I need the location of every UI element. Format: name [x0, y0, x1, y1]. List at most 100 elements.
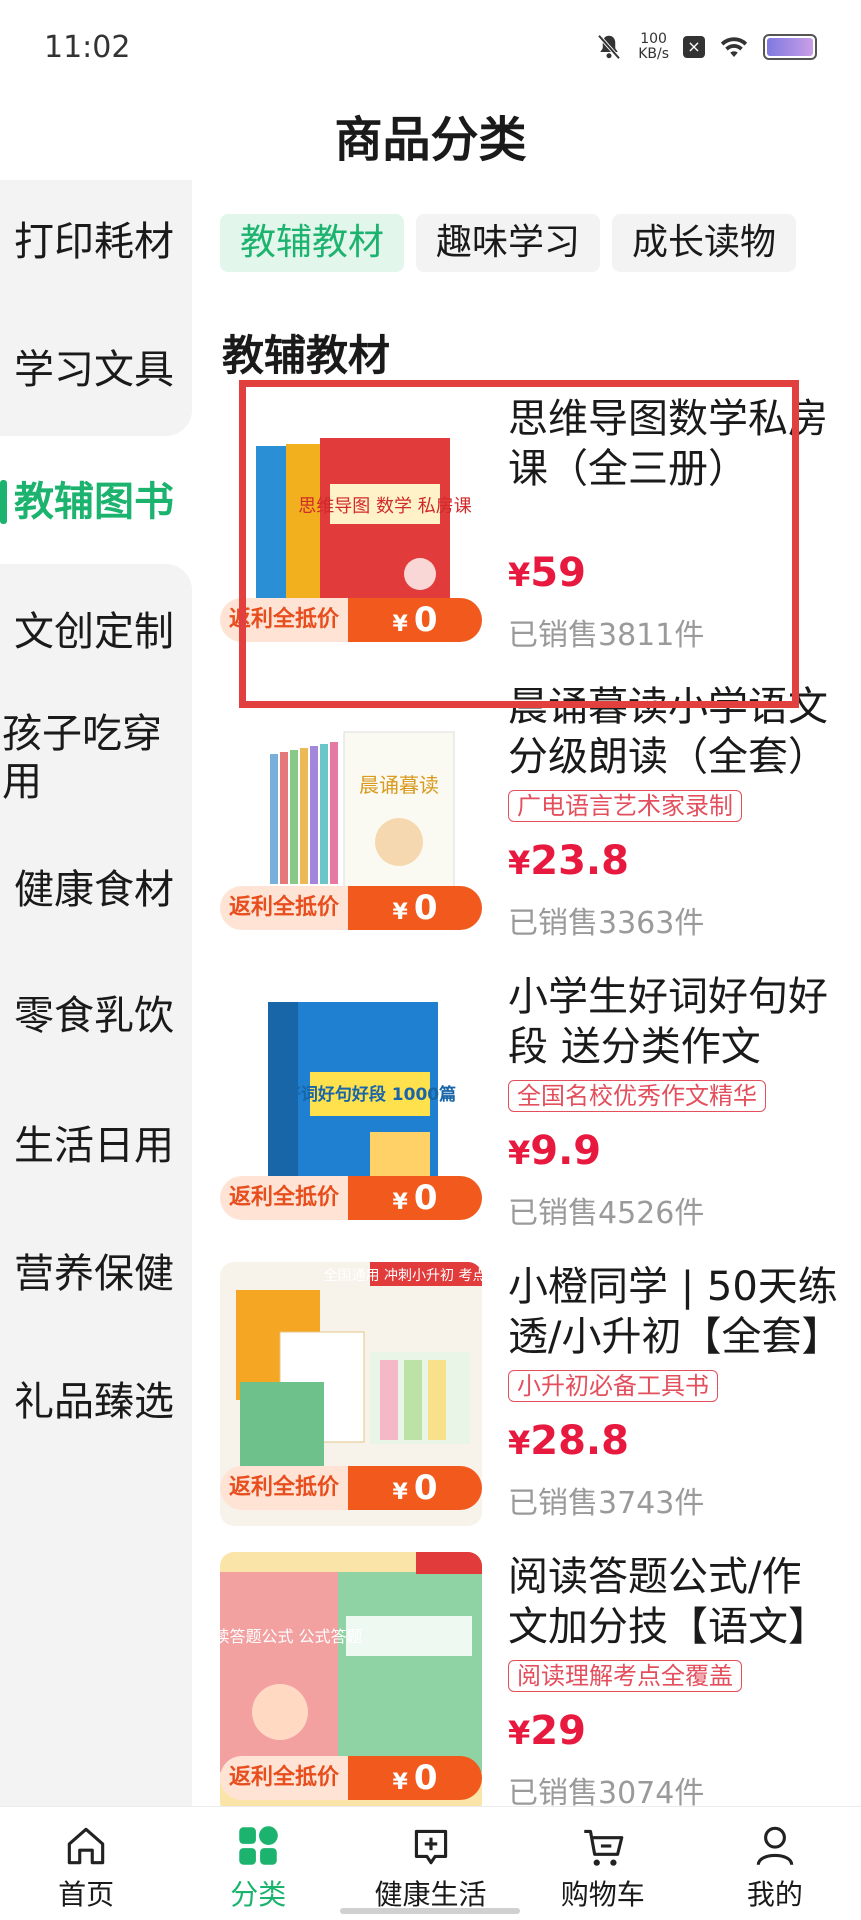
product-image[interactable]: 好词好句好段 1000篇 返利全抵价 ¥0 — [220, 972, 482, 1236]
rebate-badge: 返利全抵价 ¥0 — [220, 1176, 482, 1220]
battery-level — [767, 38, 813, 56]
rebate-price: ¥0 — [348, 1466, 482, 1510]
nav-home-label: 首页 — [58, 1878, 115, 1911]
price-currency: ¥ — [508, 1424, 531, 1462]
tab-growth-reading[interactable]: 成长读物 — [612, 214, 797, 272]
product-sold-count: 已销售3363件 — [508, 906, 705, 941]
product-card[interactable]: 好词好句好段 1000篇 返利全抵价 ¥0 小学生好词好句好段 送分类作文 全国… — [220, 972, 840, 1236]
product-image[interactable]: 阅读答题公式 公式答题 返利全抵价 ¥0 — [220, 1552, 482, 1816]
sidebar-item-nutrition[interactable]: 营养保健 — [0, 1250, 192, 1298]
rebate-price: ¥0 — [348, 1756, 482, 1800]
product-price: ¥29 — [508, 1708, 586, 1754]
product-title[interactable]: 阅读答题公式/作文加分技【语文】 — [508, 1552, 840, 1652]
sidebar-item-kids[interactable]: 孩子吃穿用 — [0, 710, 180, 806]
product-tag: 小升初必备工具书 — [508, 1370, 718, 1402]
rebate-amount: 0 — [413, 1758, 438, 1798]
cover-text: 全国通用 冲刺小升初 考点全覆盖 — [324, 1267, 482, 1284]
rebate-label: 返利全抵价 — [220, 1466, 348, 1510]
bottom-nav: 首页 分类 健康生活 购物车 我的 — [0, 1806, 861, 1920]
rebate-label: 返利全抵价 — [220, 886, 348, 930]
product-price: ¥28.8 — [508, 1418, 629, 1464]
product-price: ¥23.8 — [508, 838, 629, 884]
product-title[interactable]: 小橙同学 | 50天练透/小升初【全套】 — [508, 1262, 840, 1362]
price-value: 28.8 — [530, 1418, 629, 1464]
rebate-price: ¥0 — [348, 1176, 482, 1220]
product-sold-count: 已销售3743件 — [508, 1486, 705, 1521]
sidebar-item-creative[interactable]: 文创定制 — [0, 608, 192, 656]
profile-icon — [756, 1826, 794, 1866]
rebate-amount: 0 — [413, 888, 438, 928]
nav-profile[interactable]: 我的 — [689, 1807, 861, 1920]
product-sold-count: 已销售4526件 — [508, 1196, 705, 1231]
product-card[interactable]: 晨诵暮读 返利全抵价 ¥0 晨诵暮读小学语文分级朗读（全套） 广电语言艺术家录制… — [220, 682, 840, 946]
product-card[interactable]: 全国通用 冲刺小升初 考点全覆盖 返利全抵价 ¥0 小橙同学 | 50天练透/小… — [220, 1262, 840, 1526]
status-time: 11:02 — [44, 30, 131, 65]
rebate-label: 返利全抵价 — [220, 1756, 348, 1800]
rebate-badge: 返利全抵价 ¥0 — [220, 1466, 482, 1510]
category-icon — [239, 1826, 279, 1865]
battery-icon — [763, 34, 817, 60]
rebate-badge: 返利全抵价 ¥0 — [220, 1756, 482, 1800]
rebate-currency: ¥ — [392, 900, 408, 925]
sidebar-item-healthy-food[interactable]: 健康食材 — [0, 866, 192, 914]
speed-value: 100 — [640, 31, 667, 47]
nav-category[interactable]: 分类 — [172, 1807, 344, 1920]
product-price: ¥9.9 — [508, 1128, 601, 1174]
product-card[interactable]: 阅读答题公式 公式答题 返利全抵价 ¥0 阅读答题公式/作文加分技【语文】 阅读… — [220, 1552, 840, 1816]
sidebar-item-stationery[interactable]: 学习文具 — [0, 346, 192, 394]
highlight-box — [239, 380, 799, 708]
product-title[interactable]: 小学生好词好句好段 送分类作文 — [508, 972, 840, 1072]
cover-text: 晨诵暮读 — [359, 773, 439, 797]
rebate-currency: ¥ — [392, 1480, 408, 1505]
nav-cart-label: 购物车 — [560, 1878, 645, 1911]
section-title: 教辅教材 — [222, 331, 391, 380]
sidebar-item-snacks[interactable]: 零食乳饮 — [0, 992, 192, 1040]
notification-x-icon: × — [683, 36, 705, 58]
status-icons: 100 KB/s × — [594, 32, 817, 62]
product-info: 小橙同学 | 50天练透/小升初【全套】 小升初必备工具书 ¥28.8 已销售3… — [508, 1262, 840, 1521]
product-info: 小学生好词好句好段 送分类作文 全国名校优秀作文精华 ¥9.9 已销售4526件 — [508, 972, 840, 1231]
tab-textbooks[interactable]: 教辅教材 — [220, 214, 405, 272]
health-icon — [414, 1829, 447, 1865]
product-tag: 广电语言艺术家录制 — [508, 790, 742, 822]
product-image[interactable]: 全国通用 冲刺小升初 考点全覆盖 返利全抵价 ¥0 — [220, 1262, 482, 1526]
product-tag: 阅读理解考点全覆盖 — [508, 1660, 742, 1692]
tab-fun-learning[interactable]: 趣味学习 — [416, 214, 601, 272]
nav-profile-label: 我的 — [746, 1878, 803, 1911]
price-currency: ¥ — [508, 1714, 531, 1752]
network-speed: 100 KB/s — [638, 32, 669, 62]
product-info: 阅读答题公式/作文加分技【语文】 阅读理解考点全覆盖 ¥29 已销售3074件 — [508, 1552, 840, 1811]
page-title: 商品分类 — [334, 112, 527, 168]
price-value: 9.9 — [530, 1128, 602, 1174]
cart-icon — [583, 1829, 624, 1866]
sidebar-item-gifts[interactable]: 礼品臻选 — [0, 1378, 192, 1426]
price-currency: ¥ — [508, 1134, 531, 1172]
nav-category-label: 分类 — [230, 1878, 287, 1911]
subcategory-tabs: 教辅教材 趣味学习 成长读物 — [220, 214, 797, 272]
speed-unit: KB/s — [638, 46, 669, 62]
nav-health-label: 健康生活 — [374, 1878, 487, 1911]
home-icon — [67, 1827, 105, 1865]
sidebar-item-books[interactable]: 教辅图书 — [0, 478, 192, 526]
price-value: 29 — [530, 1708, 586, 1754]
rebate-amount: 0 — [413, 1178, 438, 1218]
mute-bell-icon — [597, 34, 621, 60]
cover-text: 阅读答题公式 公式答题 — [220, 1627, 363, 1646]
rebate-amount: 0 — [413, 1468, 438, 1508]
rebate-label: 返利全抵价 — [220, 1176, 348, 1220]
wifi-icon — [720, 37, 748, 57]
rebate-currency: ¥ — [392, 1770, 408, 1795]
home-indicator — [340, 1908, 520, 1914]
sidebar-item-printing[interactable]: 打印耗材 — [0, 218, 192, 266]
category-sidebar: 打印耗材 学习文具 教辅图书 文创定制 孩子吃穿用 健康食材 零食乳饮 生活日用… — [0, 180, 192, 1814]
product-tag: 全国名校优秀作文精华 — [508, 1080, 766, 1112]
rebate-price: ¥0 — [348, 886, 482, 930]
price-currency: ¥ — [508, 844, 531, 882]
status-bar: 11:02 100 KB/s × — [0, 0, 861, 100]
nav-home[interactable]: 首页 — [0, 1807, 172, 1920]
product-image[interactable]: 晨诵暮读 返利全抵价 ¥0 — [220, 682, 482, 946]
sidebar-item-daily[interactable]: 生活日用 — [0, 1122, 192, 1170]
nav-health[interactable]: 健康生活 — [344, 1807, 516, 1920]
rebate-currency: ¥ — [392, 1190, 408, 1215]
nav-cart[interactable]: 购物车 — [517, 1807, 689, 1920]
